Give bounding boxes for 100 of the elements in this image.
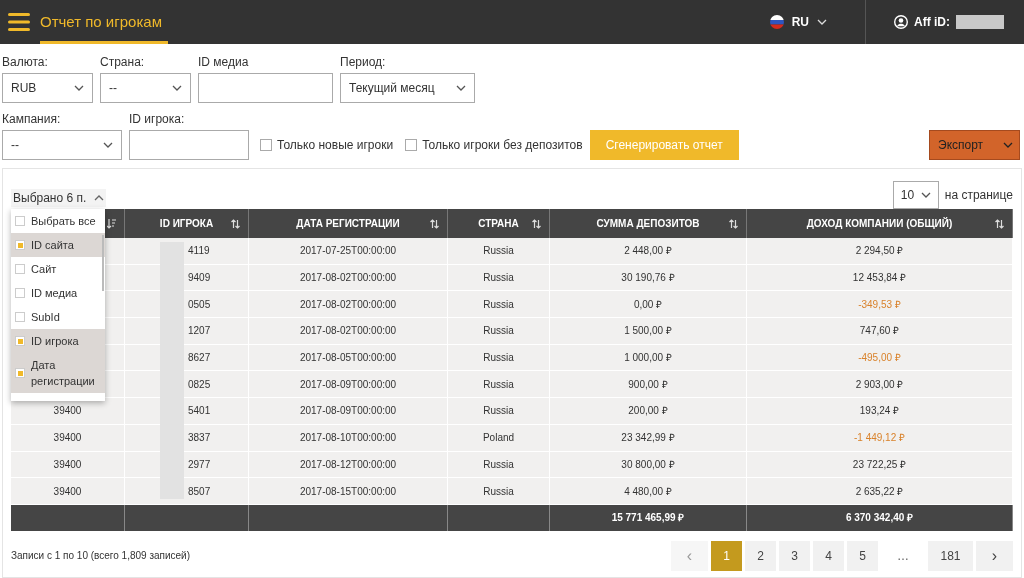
field-label: Период: — [340, 54, 387, 71]
total-cell-text: 15 771 465,99 ₽ — [611, 511, 685, 526]
table-cell-text: -349,53 ₽ — [858, 297, 901, 312]
table-cell-text: 4 480,00 ₽ — [624, 484, 672, 499]
table-cell-text: Russia — [483, 324, 514, 339]
page-title[interactable]: Отчет по игрокам — [40, 0, 168, 44]
table-cell-text: 0,00 ₽ — [633, 297, 663, 312]
page-button[interactable]: 5 — [847, 540, 878, 571]
menu-icon[interactable] — [8, 13, 30, 31]
chevron-down-icon — [1003, 142, 1013, 148]
menu-item[interactable]: Сайт — [11, 257, 105, 281]
table-cell-text: 2017-08-02T00:00:00 — [299, 324, 397, 339]
table-cell-text: 39400 — [53, 484, 82, 499]
scrollbar[interactable] — [102, 235, 104, 291]
chevron-down-icon — [103, 142, 113, 148]
table-cell-text: 193,24 ₽ — [859, 404, 900, 419]
table-cell-text: 3837 — [188, 431, 211, 446]
table-cell-text: 1 500,00 ₽ — [624, 324, 672, 339]
checkbox-label[interactable]: Только игроки без депозитов — [422, 136, 583, 154]
checkbox-label[interactable]: Только новые игроки — [277, 136, 394, 154]
field-label: Страна: — [100, 54, 146, 71]
table-cell-text: 4119 — [188, 244, 210, 259]
table-cell-text: 747,60 ₽ — [859, 324, 900, 339]
table-cell-text: Poland — [482, 431, 515, 446]
table-cell-text: Russia — [483, 377, 514, 392]
menu-item[interactable]: ID сайта — [11, 233, 105, 257]
table-cell-text: 2017-08-02T00:00:00 — [299, 271, 397, 286]
table-cell-text: 2 635,22 ₽ — [855, 484, 904, 499]
menu-item[interactable]: SubId — [11, 305, 105, 329]
menu-item[interactable]: ID игрока — [11, 329, 105, 353]
table-cell-text: 23 722,25 ₽ — [852, 457, 907, 472]
menu-item[interactable]: Дата регистрации — [11, 353, 105, 393]
user-icon — [894, 15, 908, 29]
page-button[interactable]: 2 — [745, 540, 776, 571]
field-label: ID игрока: — [129, 111, 186, 128]
page-button[interactable]: 4 — [813, 540, 844, 571]
table-cell-text: -495,00 ₽ — [858, 351, 901, 366]
table-cell-text: 12 453,84 ₽ — [852, 271, 907, 286]
checkbox[interactable] — [405, 139, 418, 151]
select-field[interactable]: -- — [2, 130, 122, 160]
field-label: ID медиа — [198, 54, 250, 71]
export-button[interactable]: Экспорт — [929, 130, 1020, 160]
column-chooser[interactable]: Выбрано 6 п. — [11, 189, 107, 207]
checkbox[interactable] — [15, 368, 25, 378]
page-button[interactable]: 181 — [928, 540, 973, 571]
flag-icon — [769, 15, 784, 29]
table-cell-text: 0505 — [188, 297, 211, 312]
table-cell-text: 2 448,00 ₽ — [624, 244, 672, 259]
per-page-select[interactable]: 10 — [892, 181, 939, 209]
table-cell-text: 30 190,76 ₽ — [621, 271, 675, 286]
input-field[interactable] — [198, 73, 333, 103]
table-cell-text: 2017-08-12T00:00:00 — [299, 457, 397, 472]
table-cell-text: 2017-07-25T00:00:00 — [299, 244, 397, 259]
checkbox[interactable] — [15, 288, 25, 298]
table-cell-text: 39400 — [53, 404, 82, 419]
select-field[interactable]: -- — [100, 73, 191, 103]
field-label: Кампания: — [2, 111, 62, 128]
menu-item[interactable]: Выбрать все — [11, 209, 105, 233]
checkbox[interactable] — [15, 264, 25, 274]
table-cell-text: 1207 — [188, 324, 211, 339]
table-cell-text: 9409 — [188, 271, 211, 286]
select-field[interactable]: Текущий месяц — [340, 73, 475, 103]
table-cell-text: Russia — [483, 457, 514, 472]
table-cell-text: Russia — [483, 244, 514, 259]
table-cell-text: 900,00 ₽ — [628, 377, 668, 392]
chevron-down-icon — [172, 85, 182, 91]
chevron-down-icon — [817, 19, 827, 25]
checkbox[interactable] — [15, 240, 25, 250]
table-cell-text: 1 000,00 ₽ — [624, 351, 672, 366]
table-cell-text: -1 449,12 ₽ — [853, 431, 905, 446]
checkbox[interactable] — [15, 312, 25, 322]
page-button[interactable]: 3 — [779, 540, 810, 571]
table-cell-text: 200,00 ₽ — [628, 404, 668, 419]
chevron-up-icon — [94, 195, 105, 201]
total-cell-text: 6 370 342,40 ₽ — [845, 511, 914, 526]
menu-item[interactable]: ID медиа — [11, 281, 105, 305]
next-page-button[interactable]: › — [976, 540, 1013, 571]
table-cell-text: 39400 — [53, 457, 82, 472]
records-info: Записи с 1 по 10 (всего 1,809 записей) — [11, 549, 191, 564]
table-cell-text: Russia — [483, 351, 514, 366]
checkbox[interactable] — [15, 336, 25, 346]
chevron-down-icon — [74, 85, 84, 91]
checkbox[interactable] — [15, 216, 25, 226]
table-cell-text: 2977 — [188, 457, 211, 472]
chevron-down-icon — [456, 85, 466, 91]
checkbox[interactable] — [260, 139, 272, 151]
table-cell-text: Russia — [483, 297, 514, 312]
per-page-label: на странице — [944, 187, 1013, 204]
chevron-down-icon — [920, 192, 931, 198]
table-cell-text: 2017-08-09T00:00:00 — [299, 377, 397, 392]
table-cell-text: 39400 — [53, 431, 82, 446]
language-selector[interactable]: RU — [769, 0, 827, 44]
table-cell-text: 0825 — [188, 377, 211, 392]
table-cell-text: 2 903,00 ₽ — [855, 377, 904, 392]
table-cell-text: 23 342,99 ₽ — [621, 431, 675, 446]
input-field[interactable] — [129, 130, 249, 160]
table-cell-text: 8507 — [188, 484, 211, 499]
table-cell-text: 30 800,00 ₽ — [621, 457, 675, 472]
table-cell-text: Russia — [483, 484, 514, 499]
select-field[interactable]: RUB — [2, 73, 93, 103]
